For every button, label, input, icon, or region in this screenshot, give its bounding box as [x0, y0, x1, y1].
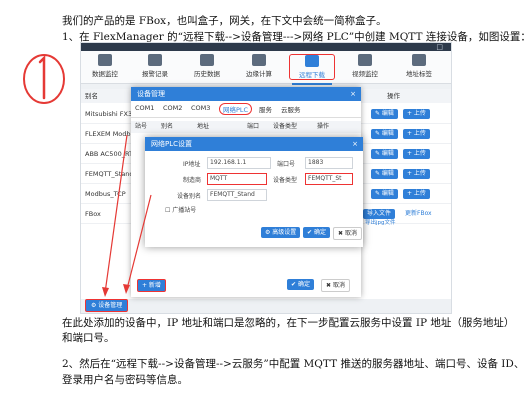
alarm-icon	[148, 54, 162, 66]
download-icon	[305, 55, 319, 67]
upload-button[interactable]: + 上传	[403, 109, 430, 119]
edit-button[interactable]: ✎ 编辑	[371, 169, 398, 179]
device-type-select[interactable]: FEMQTT_St	[305, 173, 353, 185]
dialog-header: 网络PLC设置 ×	[145, 137, 363, 151]
app-screenshot: □ 数据监控 报警记录 历史数据 边缘计算 远程下载 视频监控 地址标签 别名 …	[80, 42, 452, 314]
close-icon[interactable]: ×	[350, 87, 356, 101]
toolbar-edge-compute[interactable]: 边缘计算	[237, 54, 281, 78]
edit-button[interactable]: ✎ 编辑	[371, 149, 398, 159]
upload-button[interactable]: + 上传	[403, 129, 430, 139]
toolbar-data-monitor[interactable]: 数据监控	[83, 54, 127, 78]
col-op: 操作	[387, 92, 400, 100]
export-jpg-link[interactable]: 导出jpg文件	[365, 214, 396, 232]
port-input[interactable]: 1883	[305, 157, 353, 169]
tab-network-plc[interactable]: 网络PLC	[219, 103, 253, 115]
device-manage-button[interactable]: ⚙ 设备管理	[85, 299, 129, 312]
handwritten-number-one-circle	[23, 54, 65, 104]
history-icon	[200, 54, 214, 66]
close-icon[interactable]: ×	[352, 137, 358, 151]
advanced-settings-button[interactable]: ⚙ 高级设置	[261, 227, 301, 238]
col-alias: 别名	[85, 92, 98, 100]
toolbar-address-tag[interactable]: 地址标签	[397, 54, 441, 78]
add-device-button[interactable]: + 新增	[137, 279, 166, 292]
cancel-button[interactable]: ✖ 取消	[321, 279, 350, 292]
alias-input[interactable]: FEMQTT_Stand	[207, 189, 267, 201]
alias-label: 设备别名	[177, 193, 202, 200]
dialog-title: 设备管理	[137, 90, 165, 98]
doc-note-ip-port-cont: 和端口号。	[62, 332, 115, 344]
network-plc-dialog: 网络PLC设置 × IP地址 192.168.1.1 端口号 1883 制造商 …	[145, 137, 363, 247]
monitor-icon	[98, 54, 112, 66]
broadcast-checkbox[interactable]: ☐ 广播站号	[165, 205, 196, 214]
edge-compute-icon	[252, 54, 266, 66]
toolbar-history[interactable]: 历史数据	[185, 54, 229, 78]
tab-service[interactable]: 服务	[259, 104, 272, 114]
dialog-table-header: 站号 别名 地址 端口 设备类型 操作	[131, 121, 361, 133]
device-type-label: 设备类型	[273, 177, 298, 184]
toolbar-alarm-log[interactable]: 报警记录	[133, 54, 177, 78]
main-toolbar: 数据监控 报警记录 历史数据 边缘计算 远程下载 视频监控 地址标签	[81, 51, 451, 85]
dialog-header: 设备管理 ×	[131, 87, 361, 101]
tab-com2[interactable]: COM2	[163, 104, 182, 112]
update-fbox-link[interactable]: 更新FBox	[405, 205, 432, 223]
maker-select[interactable]: MQTT	[207, 173, 267, 185]
maximize-icon[interactable]: □	[436, 43, 443, 51]
doc-step-2-cont: 登录用户名与密码等信息。	[62, 374, 188, 386]
tab-com1[interactable]: COM1	[135, 104, 154, 112]
video-icon	[358, 54, 372, 66]
doc-note-ip-port: 在此处添加的设备中，IP 地址和端口是忽略的，在下一步配置云服务中设置 IP 地…	[62, 317, 515, 329]
cancel-button[interactable]: ✖ 取消	[333, 227, 362, 240]
port-label: 端口号	[277, 161, 296, 168]
edit-button[interactable]: ✎ 编辑	[371, 129, 398, 139]
tab-com3[interactable]: COM3	[191, 104, 210, 112]
ip-address-input[interactable]: 192.168.1.1	[207, 157, 271, 169]
edit-button[interactable]: ✎ 编辑	[371, 109, 398, 119]
upload-button[interactable]: + 上传	[403, 149, 430, 159]
toolbar-remote-download[interactable]: 远程下载	[289, 54, 335, 85]
toolbar-video[interactable]: 视频监控	[343, 54, 387, 78]
ip-label: IP地址	[183, 161, 201, 168]
tag-icon	[412, 54, 426, 66]
doc-paragraph-intro: 我们的产品的是 FBox，也叫盒子，网关，在下文中会统一简称盒子。	[62, 15, 387, 27]
ok-button[interactable]: ✔ 确定	[303, 227, 330, 238]
maker-label: 制造商	[183, 177, 202, 184]
edit-button[interactable]: ✎ 编辑	[371, 189, 398, 199]
window-titlebar: □	[81, 43, 451, 51]
doc-step-2: 2、然后在“远程下载-->设备管理-->云服务”中配置 MQTT 推送的服务器地…	[62, 358, 525, 370]
upload-button[interactable]: + 上传	[403, 169, 430, 179]
ok-button[interactable]: ✔ 确定	[287, 279, 314, 290]
tab-cloud-service[interactable]: 云服务	[281, 104, 301, 114]
dialog-tabs: COM1 COM2 COM3 网络PLC 服务 云服务	[131, 101, 361, 118]
dialog-title: 网络PLC设置	[151, 140, 193, 148]
upload-button[interactable]: + 上传	[403, 189, 430, 199]
